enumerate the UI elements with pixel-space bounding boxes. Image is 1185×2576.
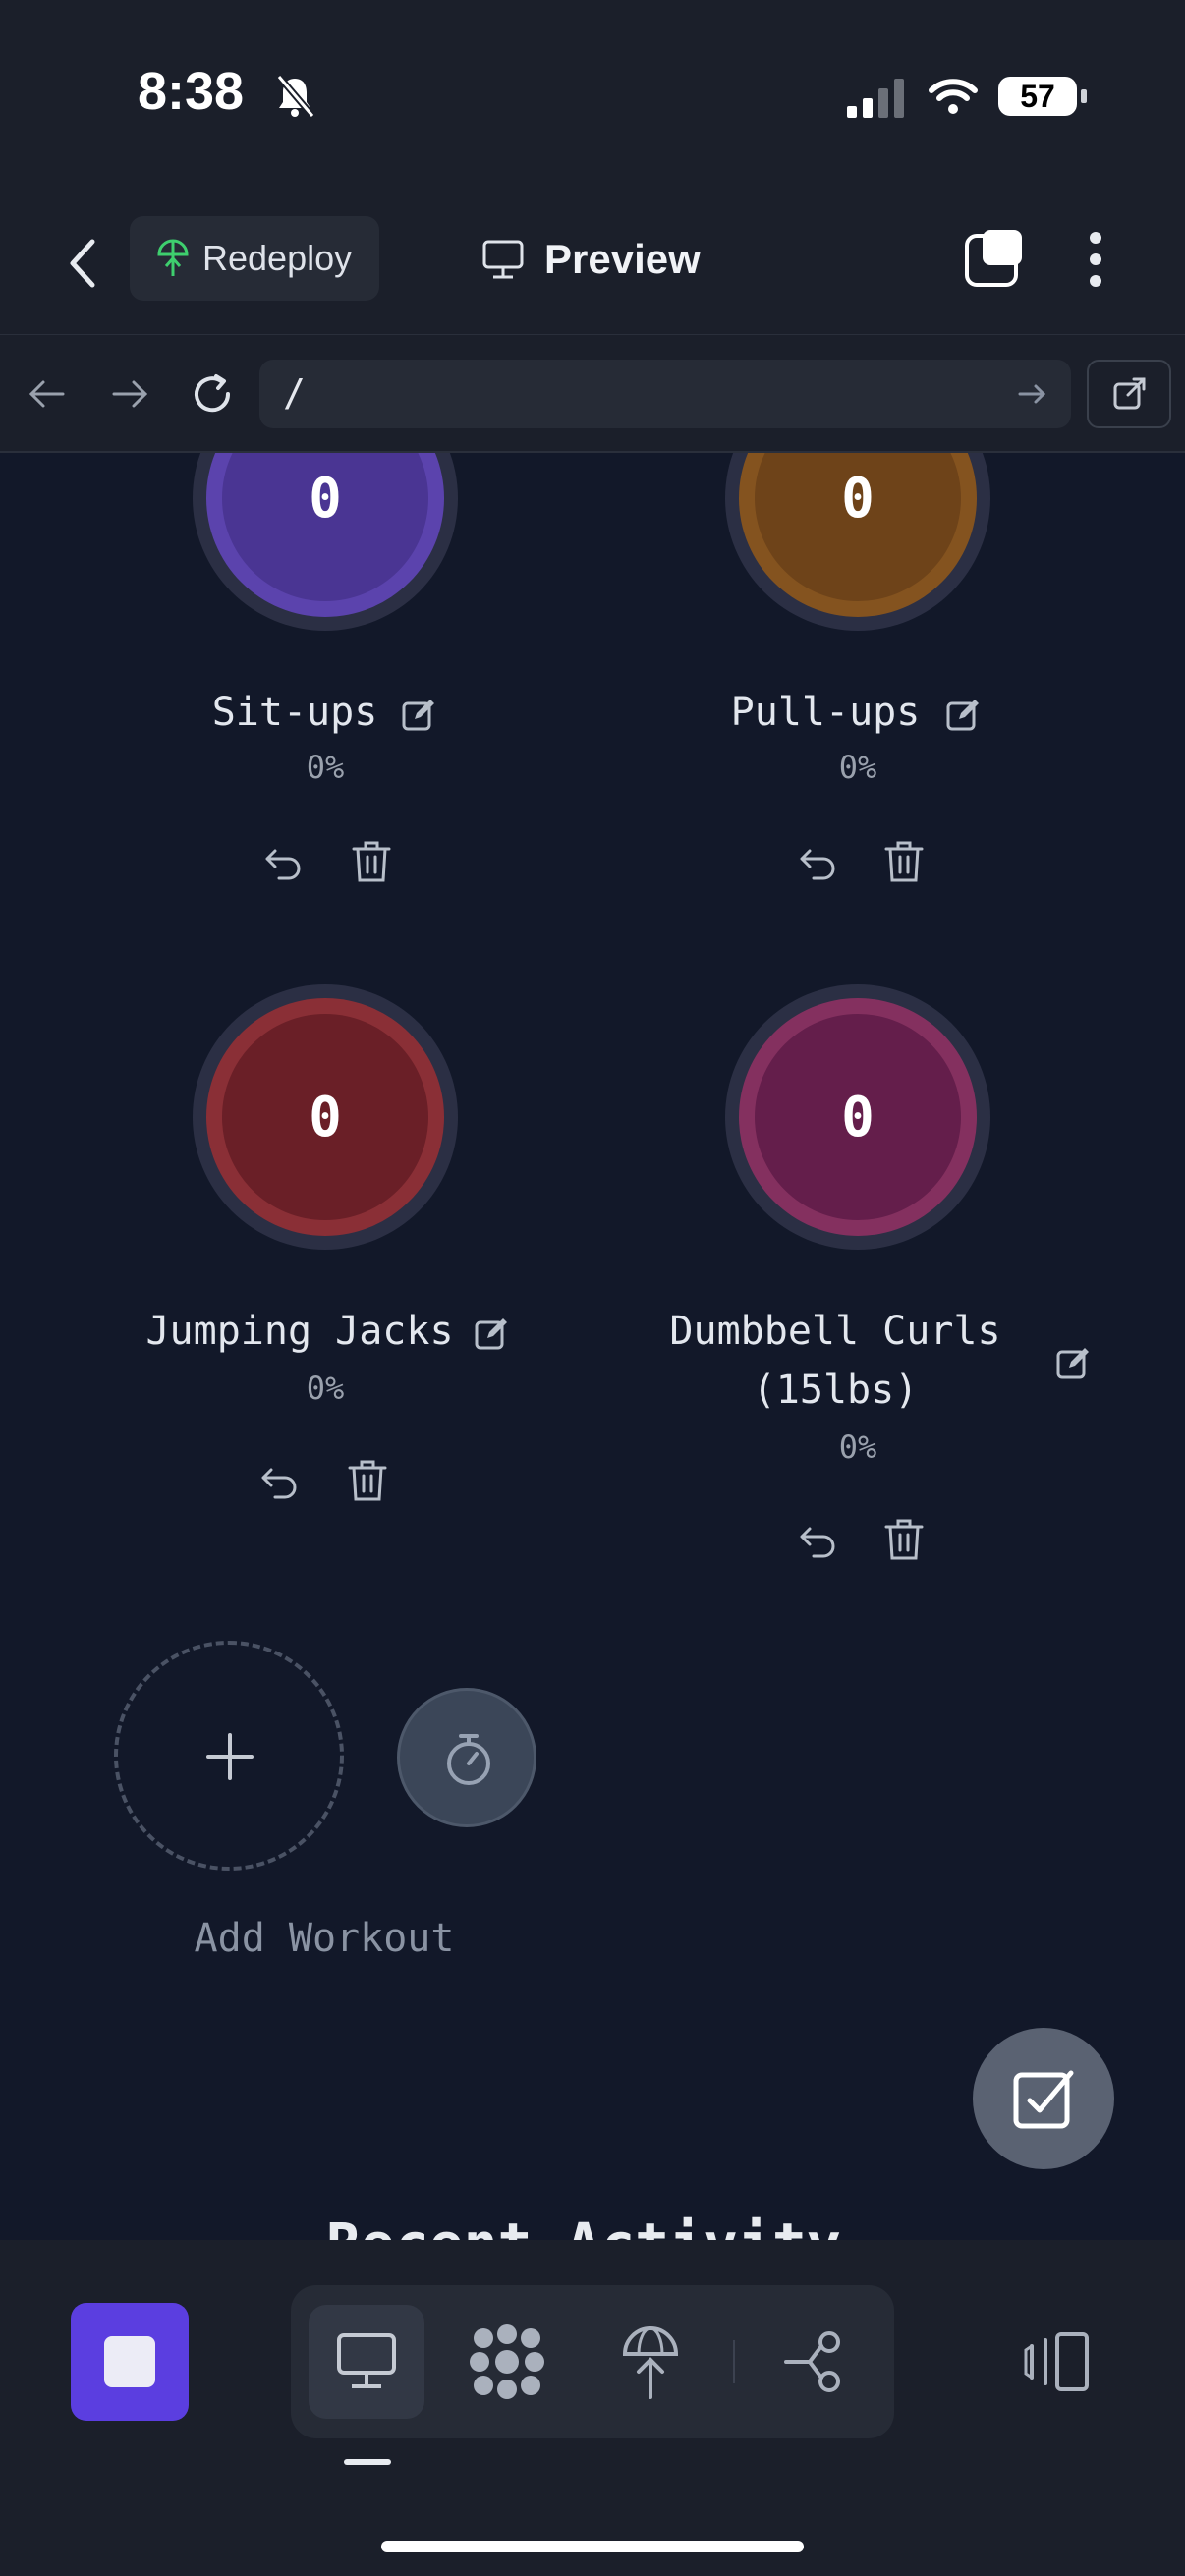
trash-icon[interactable] — [346, 1458, 389, 1503]
tabs-icon[interactable] — [963, 226, 1026, 289]
workout-percent: 0% — [306, 1370, 345, 1407]
workspace-icon[interactable] — [470, 2324, 548, 2399]
workout-count: 0 — [841, 466, 875, 531]
toolbar-divider — [733, 2340, 735, 2383]
home-indicator — [381, 2541, 804, 2552]
workout-percent: 0% — [838, 1428, 877, 1466]
status-time: 8:38 — [138, 62, 245, 121]
page-title: Preview — [544, 236, 701, 282]
bell-muted-icon — [276, 74, 314, 119]
workout-percent: 0% — [306, 749, 345, 786]
workout-name: Dumbbell Curls — [669, 1309, 1001, 1354]
workout-count: 0 — [309, 1085, 342, 1149]
workout-name: Sit-ups — [211, 690, 378, 735]
redeploy-label: Redeploy — [202, 238, 353, 278]
checkbox-icon — [1013, 2070, 1074, 2129]
add-workout-label: Add Workout — [194, 1916, 455, 1961]
trash-icon[interactable] — [350, 839, 393, 884]
stopwatch-icon — [447, 1734, 490, 1785]
url-text[interactable]: / — [283, 371, 306, 415]
nav-forward-arrow-icon[interactable] — [108, 374, 151, 414]
redeploy-button[interactable]: Redeploy — [130, 216, 379, 301]
undo-icon[interactable] — [261, 841, 305, 884]
stop-icon — [104, 2336, 155, 2387]
preview-title: Preview — [481, 228, 701, 291]
external-link-icon — [1113, 377, 1146, 410]
workout-name: Jumping Jacks — [145, 1309, 454, 1354]
reload-icon[interactable] — [189, 370, 236, 418]
edit-icon[interactable] — [474, 1316, 509, 1352]
tool-preview-button[interactable] — [309, 2305, 424, 2419]
git-branch-icon[interactable] — [782, 2330, 851, 2393]
stop-button[interactable] — [71, 2303, 189, 2421]
undo-icon[interactable] — [796, 841, 839, 884]
active-tab-indicator — [344, 2459, 391, 2465]
workout-name-line2: (15lbs) — [752, 1368, 919, 1413]
go-arrow-icon[interactable] — [1016, 377, 1049, 411]
trash-icon[interactable] — [882, 1517, 926, 1562]
layout-panel-icon[interactable] — [1022, 2330, 1091, 2393]
timer-button[interactable] — [397, 1688, 536, 1827]
redeploy-icon — [157, 239, 189, 276]
url-input[interactable]: / — [259, 360, 1071, 428]
workout-name: Pull-ups — [730, 690, 921, 735]
monitor-icon — [482, 240, 524, 279]
signal-icon — [847, 79, 904, 118]
battery-indicator: 57 — [998, 77, 1087, 116]
deploy-icon[interactable] — [619, 2324, 682, 2399]
wifi-icon — [929, 79, 978, 114]
checklist-fab-button[interactable] — [973, 2028, 1114, 2169]
workout-counter-dumbbell-curls[interactable]: 0 — [725, 984, 990, 1250]
edit-icon[interactable] — [1055, 1346, 1091, 1381]
nav-back-arrow-icon[interactable] — [26, 374, 69, 414]
open-external-button[interactable] — [1087, 360, 1171, 428]
undo-icon[interactable] — [257, 1460, 301, 1503]
edit-icon[interactable] — [945, 698, 981, 733]
workout-percent: 0% — [838, 749, 877, 786]
workout-count: 0 — [309, 466, 342, 531]
edit-icon[interactable] — [401, 698, 436, 733]
workout-count: 0 — [841, 1085, 875, 1149]
plus-icon — [206, 1733, 254, 1780]
trash-icon[interactable] — [882, 839, 926, 884]
monitor-icon — [337, 2333, 396, 2388]
workout-counter-jumping-jacks[interactable]: 0 — [193, 984, 458, 1250]
status-bar: 8:38 57 — [0, 0, 1185, 196]
back-chevron-icon[interactable] — [63, 234, 102, 293]
more-vertical-icon[interactable] — [1081, 228, 1110, 291]
undo-icon[interactable] — [796, 1519, 839, 1562]
add-workout-button[interactable] — [114, 1641, 344, 1871]
